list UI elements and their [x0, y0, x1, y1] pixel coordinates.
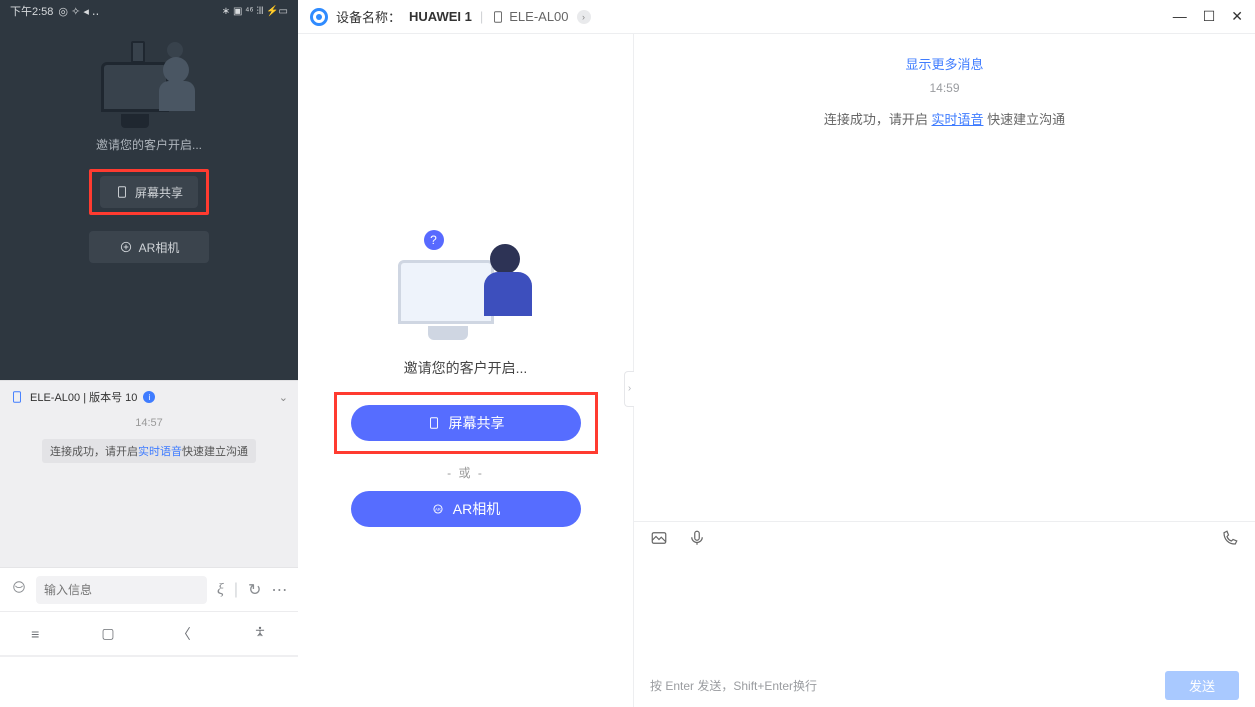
mic-icon[interactable] [688, 529, 706, 552]
device-icon [10, 390, 24, 404]
invite-illustration: ? [386, 224, 546, 344]
device-name: HUAWEI 1 [409, 9, 472, 24]
ar-camera-button[interactable]: AR AR相机 [351, 491, 581, 527]
close-icon[interactable]: ✕ [1231, 8, 1243, 25]
phone-chat-message: 连接成功，请开启实时语音快速建立沟通 [42, 439, 256, 463]
send-hint: 按 Enter 发送，Shift+Enter换行 [650, 677, 817, 694]
more-icon[interactable]: ⋯ [271, 580, 287, 600]
minimize-icon[interactable]: — [1173, 8, 1187, 25]
device-label: 设备名称： [336, 7, 401, 26]
question-icon: ? [424, 230, 444, 250]
send-button[interactable]: 发送 [1165, 671, 1239, 700]
nav-home-icon[interactable]: ▢ [101, 625, 114, 642]
ar-camera-label: AR相机 [453, 499, 500, 519]
device-model-chip[interactable]: ELE-AL00 [491, 9, 568, 24]
screen-share-label: 屏幕共享 [449, 413, 505, 433]
device-model: ELE-AL00 [509, 9, 568, 24]
send-row: 按 Enter 发送，Shift+Enter换行 发送 [634, 663, 1255, 707]
phone-bottom-pad [0, 657, 298, 707]
phone-chat-panel: ELE-AL00 | 版本号 10 i ⌄ 14:57 连接成功，请开启实时语音… [0, 380, 298, 657]
phone-input-bar: ξ | ↻ ⋯ [0, 567, 298, 611]
nav-menu-icon[interactable]: ≡ [31, 626, 39, 642]
invite-text: 邀请您的客户开启... [404, 358, 528, 378]
or-separator: - 或 - [447, 464, 484, 481]
phone-divider: | [234, 581, 238, 599]
topbar-sep: | [480, 9, 483, 24]
phone-icon [115, 185, 129, 199]
info-badge-icon[interactable]: i [143, 391, 155, 403]
nav-back-icon[interactable]: 〈 [177, 624, 191, 644]
phone-chat-title: ELE-AL00 | 版本号 10 [30, 389, 137, 405]
phone-status-right: ∗ ▣ ⁴⁶ ⫶ll ⚡▭ [222, 6, 288, 17]
pane-collapse-icon[interactable]: › [624, 371, 634, 407]
phone-screen-share-label: 屏幕共享 [135, 184, 183, 201]
phone-invite-text: 邀请您的客户开启... [96, 136, 202, 153]
phone-ar-camera-label: AR相机 [139, 239, 180, 256]
device-more-icon[interactable]: › [577, 10, 591, 24]
phone-screen-share-highlight: 屏幕共享 [89, 169, 209, 215]
maximize-icon[interactable]: ☐ [1203, 8, 1216, 25]
call-icon[interactable] [1221, 529, 1239, 552]
phone-icon [427, 416, 441, 430]
phone-icon [491, 10, 505, 24]
app-logo-icon [310, 8, 328, 26]
sound-icon[interactable] [12, 580, 26, 599]
phone-text-input[interactable] [36, 576, 207, 604]
ar-icon: AR [431, 502, 445, 516]
screen-share-highlight: 屏幕共享 [334, 392, 598, 454]
refresh-icon[interactable]: ↻ [248, 580, 261, 600]
phone-nav-bar: ≡ ▢ 〈 [0, 611, 298, 655]
chat-collapse-icon[interactable]: ⌄ [279, 391, 288, 404]
phone-voice-link[interactable]: 实时语音 [138, 446, 182, 458]
phone-ar-camera-button[interactable]: AR相机 [89, 231, 209, 263]
phone-status-icons: ◎ ✧ ◂ ‥ [58, 5, 99, 18]
ar-icon [119, 240, 133, 254]
invite-pane: ? 邀请您的客户开启... 屏幕共享 - 或 - AR AR相机 › [298, 34, 634, 707]
screen-share-button[interactable]: 屏幕共享 [351, 405, 581, 441]
nav-accessibility-icon[interactable] [253, 625, 267, 642]
connection-message: 连接成功，请开启 实时语音 快速建立沟通 [634, 109, 1255, 128]
message-editor[interactable] [634, 559, 1255, 663]
window-topbar: 设备名称： HUAWEI 1 | ELE-AL00 › — ☐ ✕ [298, 0, 1255, 34]
phone-illustration [89, 37, 209, 132]
sigma-icon[interactable]: ξ [217, 581, 224, 599]
svg-text:AR: AR [435, 507, 441, 512]
phone-chat-time: 14:57 [0, 413, 298, 433]
phone-status-bar: 下午2:58 ◎ ✧ ◂ ‥ ∗ ▣ ⁴⁶ ⫶ll ⚡▭ [0, 0, 298, 22]
voice-link[interactable]: 实时语音 [931, 112, 983, 127]
phone-screen-share-button[interactable]: 屏幕共享 [100, 176, 198, 208]
main-window: 设备名称： HUAWEI 1 | ELE-AL00 › — ☐ ✕ ? 邀请您的… [298, 0, 1255, 707]
show-more-link[interactable]: 显示更多消息 [634, 54, 1255, 73]
image-icon[interactable] [650, 529, 668, 552]
editor-toolbar [634, 521, 1255, 559]
phone-time: 下午2:58 [10, 3, 53, 19]
chat-timestamp: 14:59 [634, 81, 1255, 95]
chat-pane: 显示更多消息 14:59 连接成功，请开启 实时语音 快速建立沟通 [634, 34, 1255, 707]
phone-mock: 下午2:58 ◎ ✧ ◂ ‥ ∗ ▣ ⁴⁶ ⫶ll ⚡▭ 邀请您的客户开启...… [0, 0, 298, 657]
